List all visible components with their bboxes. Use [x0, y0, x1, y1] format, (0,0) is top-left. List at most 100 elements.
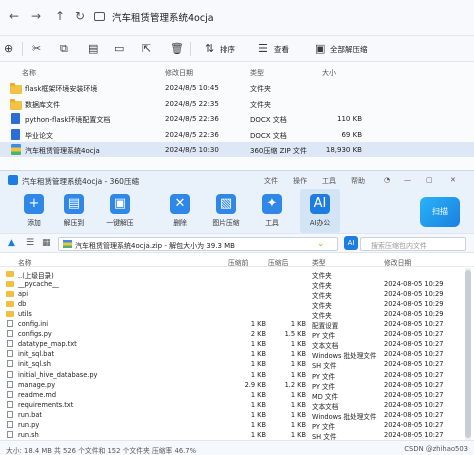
menu-file[interactable]: 文件 — [264, 176, 278, 186]
toolbar-extract-button[interactable]: ▤ 解压到 — [54, 189, 94, 233]
column-type[interactable]: 类型 — [312, 257, 326, 267]
cut-icon[interactable]: ✂ — [32, 42, 41, 56]
toolbar-delete-button[interactable]: ✕ 删除 — [160, 189, 200, 233]
archive-row[interactable]: ..(上级目录) 文件夹 — [0, 269, 462, 280]
archive-row[interactable]: manage.py 2.9 KB 1.2 KB PY 文件 2024-08-05 10:… — [0, 380, 462, 391]
archive-row[interactable]: initial_hive_database.py 1 KB 1 KB PY 文件 202… — [0, 370, 462, 381]
archive-row[interactable]: db 文件夹 2024-08-05 10:29 — [0, 299, 462, 310]
entry-size-before: 1 KB — [250, 400, 266, 409]
entry-name: datatype_map.txt — [18, 340, 77, 349]
column-after[interactable]: 压缩后 — [268, 257, 288, 267]
minimize-icon[interactable]: — — [404, 176, 411, 184]
file-type: DOCX 文档 — [250, 131, 287, 140]
entry-name: __pycache__ — [18, 280, 59, 289]
entry-size-before: 1 KB — [250, 370, 266, 379]
archive-row[interactable]: api 文件夹 2024-08-05 10:29 — [0, 289, 462, 300]
sort-button[interactable]: 排序 — [220, 44, 235, 55]
entry-name: requirements.txt — [18, 400, 74, 409]
share-icon[interactable]: ⇱ — [142, 42, 151, 56]
explorer-address-path[interactable]: 汽车租赁管理系统4ocja — [112, 10, 214, 24]
toolbar-image-compress-button[interactable]: ▧ 图片压缩 — [206, 189, 246, 233]
chevron-down-icon[interactable]: ⌄ — [317, 239, 325, 249]
archive-row[interactable]: requirements.txt 1 KB 1 KB 文本文档 2024-08-05 1… — [0, 400, 462, 411]
toolbar-one-click-extract-button[interactable]: ▣ 一键解压 — [100, 189, 140, 233]
explorer-row[interactable]: 汽车租赁管理系统4ocja 2024/8/5 10:30 360压缩 ZIP 文件 1… — [0, 142, 474, 157]
up-arrow-icon[interactable]: ↑ — [52, 8, 68, 24]
file-date: 2024/8/5 10:30 — [165, 146, 219, 154]
scrollbar-thumb[interactable] — [465, 270, 471, 438]
menu-help[interactable]: 帮助 — [351, 176, 365, 186]
archive-search-input[interactable]: 搜索压缩包内文件 — [360, 237, 466, 251]
monitor-icon — [94, 12, 105, 21]
toolbar-tools-button[interactable]: ✦ 工具 — [252, 189, 292, 233]
archive-row[interactable]: init_sql.bat 1 KB 1 KB Windows 批处理文件 2024-08… — [0, 349, 462, 360]
view-icon[interactable]: ☰ — [258, 42, 268, 56]
archive-row[interactable]: readme.md 1 KB 1 KB MD 文件 2024-08-05 10:27 — [0, 390, 462, 401]
entry-name: run.py — [18, 420, 40, 429]
copy-icon[interactable]: ⧉ — [60, 42, 68, 56]
explorer-row[interactable]: 数据库文件 2024/8/5 22:35 文件夹 — [0, 96, 474, 111]
explorer-row[interactable]: flask框架环境安装环境 2024/8/5 10:45 文件夹 — [0, 80, 474, 95]
close-icon[interactable]: ✕ — [450, 176, 456, 184]
menu-operate[interactable]: 操作 — [293, 176, 307, 186]
archive-row[interactable]: config.ini 1 KB 1 KB 配置设置 2024-08-05 10:27 — [0, 319, 462, 330]
archive-row[interactable]: configs.py 2 KB 1.5 KB PY 文件 2024-08-05 10:2… — [0, 329, 462, 340]
column-date[interactable]: 修改日期 — [165, 68, 193, 78]
archive-path-field[interactable]: 汽车租赁管理系统4ocja.zip - 解包大小为 39.3 MB ⌄ — [58, 237, 338, 251]
zip-archive-icon — [11, 144, 21, 155]
column-size[interactable]: 大小 — [322, 68, 336, 78]
column-before[interactable]: 压缩前 — [228, 257, 248, 267]
file-icon — [7, 420, 13, 428]
folder-icon — [6, 291, 14, 298]
toolbar-ai-button[interactable]: AI AI办公 — [300, 189, 340, 233]
up-level-icon[interactable]: ▲ — [8, 238, 15, 248]
tool-label: 添加 — [27, 219, 41, 227]
file-type: DOCX 文档 — [250, 116, 287, 124]
skin-icon[interactable]: ◔ — [384, 176, 390, 184]
new-icon[interactable]: ⊕ — [4, 42, 13, 56]
archive-row[interactable]: run.py 1 KB 1 KB PY 文件 2024-08-05 10:27 — [0, 420, 462, 431]
trash-icon[interactable]: 🗑 — [170, 42, 184, 56]
vertical-scrollbar[interactable] — [465, 268, 471, 440]
list-view-icon[interactable]: ☰ — [26, 238, 34, 248]
entry-name: config.ini — [18, 320, 49, 329]
file-icon — [7, 330, 13, 338]
explorer-row[interactable]: python-flask环境配置文档 2024/8/5 22:36 DOCX 文档 1… — [0, 111, 474, 126]
archive-column-header: 名称 压缩前 压缩后 类型 修改日期 — [0, 254, 474, 267]
entry-size-before: 2.9 KB — [244, 380, 266, 389]
explorer-row[interactable]: 毕业论文 2024/8/5 22:36 DOCX 文档 69 KB — [0, 127, 474, 142]
archive-row[interactable]: datatype_map.txt 1 KB 1 KB 文本文档 2024-08-05 1… — [0, 339, 462, 350]
image-compress-icon: ▧ — [216, 194, 236, 214]
refresh-icon[interactable]: ↻ — [72, 8, 88, 24]
archive-row[interactable]: run.bat 1 KB 1 KB Windows 批处理文件 2024-08-05 1… — [0, 410, 462, 421]
entry-size-after: 1 KB — [290, 420, 306, 429]
entry-size-after: 1 KB — [290, 350, 306, 359]
extract-all-icon[interactable]: ▣ — [315, 42, 325, 56]
forward-arrow-icon[interactable]: → — [28, 8, 44, 24]
archive-row[interactable]: utils 文件夹 2024-08-05 10:29 — [0, 309, 462, 320]
file-date: 2024/8/5 22:35 — [165, 99, 219, 108]
detail-view-icon[interactable]: ▦ — [42, 238, 51, 248]
extract-all-button[interactable]: 全部解压缩 — [330, 44, 368, 55]
toolbar-add-button[interactable]: + 添加 — [14, 189, 54, 233]
archive-row[interactable]: __pycache__ 文件夹 2024-08-05 10:29 — [0, 279, 462, 290]
sort-icon[interactable]: ⇅ — [205, 42, 214, 56]
scan-button[interactable]: 扫描 — [420, 197, 460, 227]
paste-icon[interactable]: ▤ — [88, 42, 98, 56]
view-button[interactable]: 查看 — [274, 44, 289, 55]
rename-icon[interactable]: ▭ — [114, 42, 124, 56]
column-modified[interactable]: 修改日期 — [384, 257, 411, 267]
folder-icon — [10, 98, 22, 110]
zip-file-icon — [63, 240, 72, 248]
ai-assistant-icon[interactable]: AI — [344, 236, 358, 250]
column-type[interactable]: 类型 — [250, 68, 264, 78]
back-arrow-icon[interactable]: ← — [6, 8, 22, 24]
archive-row[interactable]: run.sh 1 KB 1 KB SH 文件 2024-08-05 10:27 — [0, 430, 462, 441]
maximize-icon[interactable]: ▢ — [426, 176, 433, 184]
column-name[interactable]: 名称 — [18, 257, 32, 267]
file-name: 毕业论文 — [25, 131, 53, 140]
column-name[interactable]: 名称 — [22, 68, 36, 78]
menu-tools[interactable]: 工具 — [322, 176, 336, 186]
entry-size-after: 1 KB — [290, 390, 306, 399]
archive-row[interactable]: init_sql.sh 1 KB 1 KB SH 文件 2024-08-05 10:27 — [0, 359, 462, 370]
